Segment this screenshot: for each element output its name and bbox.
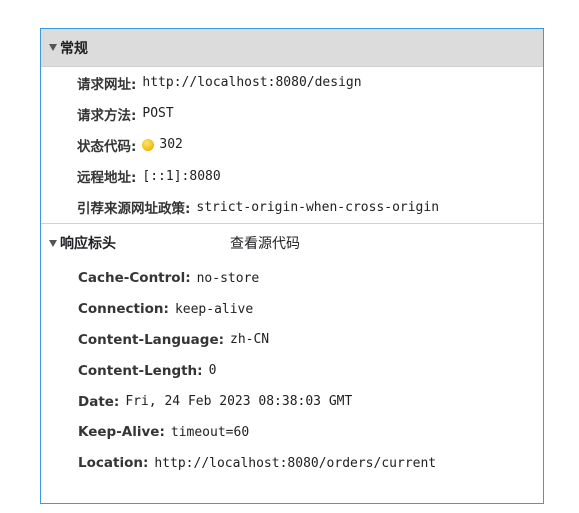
row-value: 0 [208, 363, 217, 379]
general-row-request-url: 请求网址: http://localhost:8080/design [77, 67, 543, 98]
triangle-down-icon[interactable] [49, 44, 57, 51]
general-section-header[interactable]: 常规 [41, 29, 543, 67]
row-value: Fri, 24 Feb 2023 08:38:03 GMT [125, 394, 353, 410]
response-headers-section-header[interactable]: 响应标头 查看源代码 [41, 222, 543, 263]
response-row-location: Location: http://localhost:8080/orders/c… [78, 448, 543, 479]
row-value: strict-origin-when-cross-origin [196, 199, 440, 215]
row-value: 302 [159, 137, 183, 153]
view-source-link[interactable]: 查看源代码 [230, 233, 300, 253]
response-row-keep-alive: Keep-Alive: timeout=60 [78, 417, 543, 448]
response-row-connection: Connection: keep-alive [78, 294, 543, 325]
general-row-status-code: 状态代码: 302 [77, 129, 543, 160]
response-header-rows: Cache-Control: no-store Connection: keep… [41, 263, 543, 479]
response-row-content-length: Content-Length: 0 [78, 355, 543, 386]
row-value: keep-alive [174, 301, 254, 317]
general-row-remote-address: 远程地址: [::1]:8080 [77, 161, 543, 192]
row-key: Date: [78, 393, 120, 410]
row-key: Keep-Alive: [78, 424, 165, 441]
row-key: Location: [78, 455, 149, 472]
row-value: http://localhost:8080/design [142, 75, 362, 91]
general-row-request-method: 请求方法: POST [77, 98, 543, 129]
status-dot-icon [142, 138, 155, 151]
row-key: Content-Language: [78, 331, 224, 348]
row-key: 状态代码: [77, 138, 137, 155]
row-key: Content-Length: [78, 362, 203, 379]
general-section-title: 常规 [60, 40, 88, 57]
row-key: 远程地址: [77, 170, 137, 187]
general-rows: 请求网址: http://localhost:8080/design 请求方法:… [41, 67, 543, 223]
headers-panel: 常规 请求网址: http://localhost:8080/design 请求… [40, 28, 544, 504]
row-key: 引荐来源网址政策: [77, 201, 191, 218]
response-headers-title: 响应标头 [60, 236, 116, 253]
row-value: zh-CN [230, 332, 270, 348]
response-row-content-language: Content-Language: zh-CN [78, 325, 543, 356]
row-value: no-store [196, 270, 260, 286]
general-row-referrer-policy: 引荐来源网址政策: strict-origin-when-cross-origi… [77, 192, 543, 223]
response-row-cache-control: Cache-Control: no-store [78, 263, 543, 294]
triangle-down-icon[interactable] [49, 239, 57, 247]
row-value: timeout=60 [170, 424, 250, 440]
response-row-date: Date: Fri, 24 Feb 2023 08:38:03 GMT [78, 386, 543, 417]
row-value: http://localhost:8080/orders/current [154, 455, 437, 471]
row-key: Connection: [78, 301, 169, 318]
row-key: 请求网址: [77, 76, 137, 93]
row-key: Cache-Control: [78, 270, 191, 287]
row-value: [::1]:8080 [142, 168, 221, 184]
row-key: 请求方法: [77, 107, 137, 124]
row-value: POST [142, 106, 174, 122]
